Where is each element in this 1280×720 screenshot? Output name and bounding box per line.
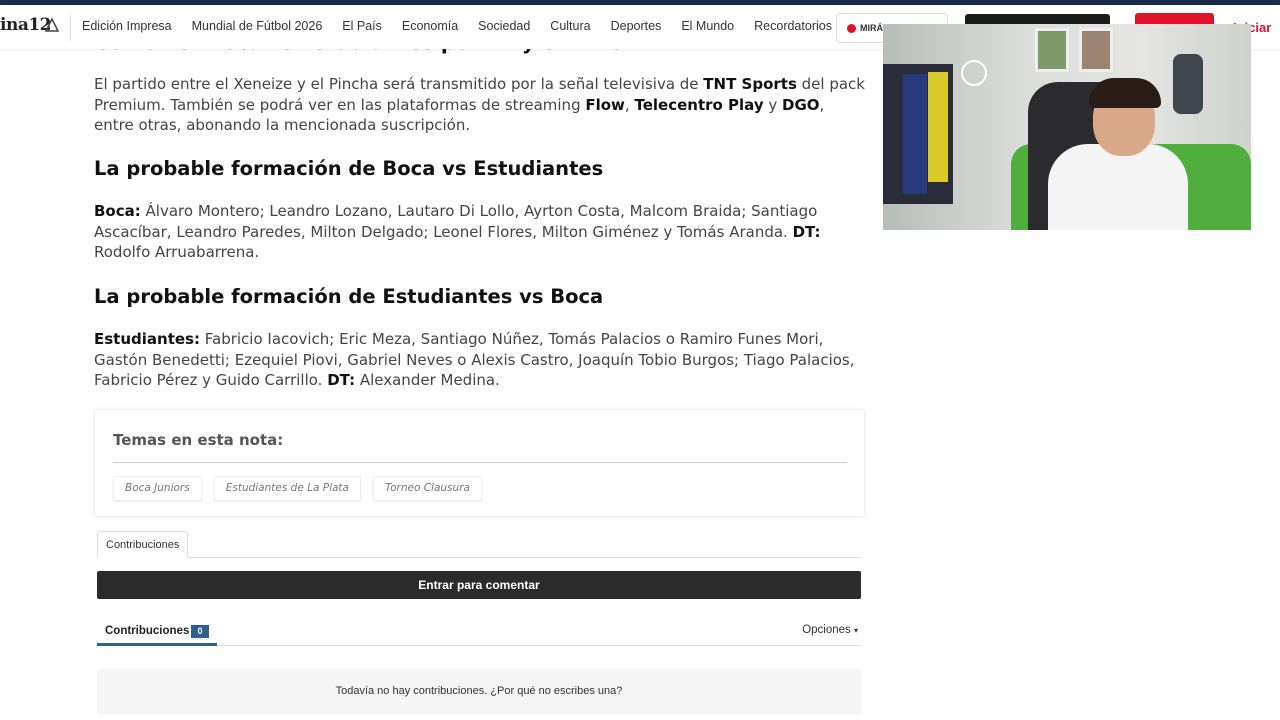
broadcast-paragraph: El partido entre el Xeneize y el Pincha … [94,74,866,136]
webcam-backpack [1173,54,1203,114]
text-run: y [763,95,783,114]
bold-run: DT: [327,371,356,389]
contributions-label[interactable]: Contribuciones [105,625,189,637]
text-run: Álvaro Montero; Leandro Lozano, Lautaro … [94,202,818,241]
nav-item-sociedad[interactable]: Sociedad [478,19,530,33]
webcam-frame-picture [1079,28,1113,72]
webcam-person-hair [1089,78,1161,108]
boca-lineup-paragraph: Boca: Álvaro Montero; Leandro Lozano, La… [94,201,866,263]
empty-contributions-message: Todavía no hay contribuciones. ¿Por qué … [97,669,861,714]
live-dot-icon [847,23,856,33]
bold-run: DGO [782,95,820,114]
bold-run: Boca: [94,202,141,220]
login-to-comment-button[interactable]: Entrar para comentar [97,571,861,599]
tags-list: Boca Juniors Estudiantes de La Plata Tor… [113,476,482,501]
nav-item-el-mundo[interactable]: El Mundo [681,19,734,33]
text-run: El partido entre el Xeneize y el Pincha … [94,75,704,93]
nav-item-mundial[interactable]: Mundial de Fútbol 2026 [192,19,323,33]
tags-box: Temas en esta nota: Boca Juniors Estudia… [94,409,865,517]
contributions-header: Contribuciones 0 Opciones ▾ [97,620,861,646]
nav-item-edicion-impresa[interactable]: Edición Impresa [82,19,172,33]
bold-run: Telecentro Play [634,95,764,114]
options-dropdown[interactable]: Opciones ▾ [802,624,858,636]
webcam-frame-picture [1035,28,1069,72]
webcam-hanging-shirt [928,72,948,182]
caret-down-icon: ▾ [853,626,858,635]
active-tab-underline [97,643,217,646]
tag-estudiantes[interactable]: Estudiantes de La Plata [213,476,361,501]
webcam-hanging-shirt [903,74,927,194]
estudiantes-lineup-paragraph: Estudiantes: Fabricio Iacovich; Eric Mez… [94,329,866,391]
tags-title: Temas en esta nota: [113,431,284,449]
bold-run: TNT Sports [703,75,797,93]
bold-run: DT: [792,222,821,241]
bold-run: Flow [585,95,625,114]
webcam-overlay [883,24,1251,230]
contributions-count-badge: 0 [191,625,209,638]
options-label: Opciones [802,624,851,636]
tag-boca-juniors[interactable]: Boca Juniors [113,476,202,501]
nav-menu: Edición Impresa Mundial de Fútbol 2026 E… [82,19,852,33]
logo-emblem-icon [44,17,60,32]
live-button-label: MIRÁ [860,23,883,33]
nav-item-deportes[interactable]: Deportes [611,19,662,33]
webcam-person-shirt [1048,144,1188,230]
nav-item-economia[interactable]: Economía [402,19,458,33]
tag-torneo-clausura[interactable]: Torneo Clausura [372,476,482,501]
tags-divider [113,462,847,463]
tab-contribuciones[interactable]: Contribuciones [97,531,189,558]
webcam-ring-light [961,60,987,86]
nav-item-el-pais[interactable]: El País [342,19,382,33]
estudiantes-lineup-heading: La probable formación de Estudiantes vs … [94,285,604,308]
text-run: Rodolfo Arruabarrena. [94,243,260,261]
logo-separator [70,15,71,41]
comments-tab-bar: Contribuciones [97,531,861,558]
nav-item-recordatorios[interactable]: Recordatorios [754,19,832,33]
bold-run: Estudiantes: [94,330,200,348]
text-run: Alexander Medina. [355,371,500,389]
boca-lineup-heading: La probable formación de Boca vs Estudia… [94,157,604,180]
nav-item-cultura[interactable]: Cultura [550,19,590,33]
